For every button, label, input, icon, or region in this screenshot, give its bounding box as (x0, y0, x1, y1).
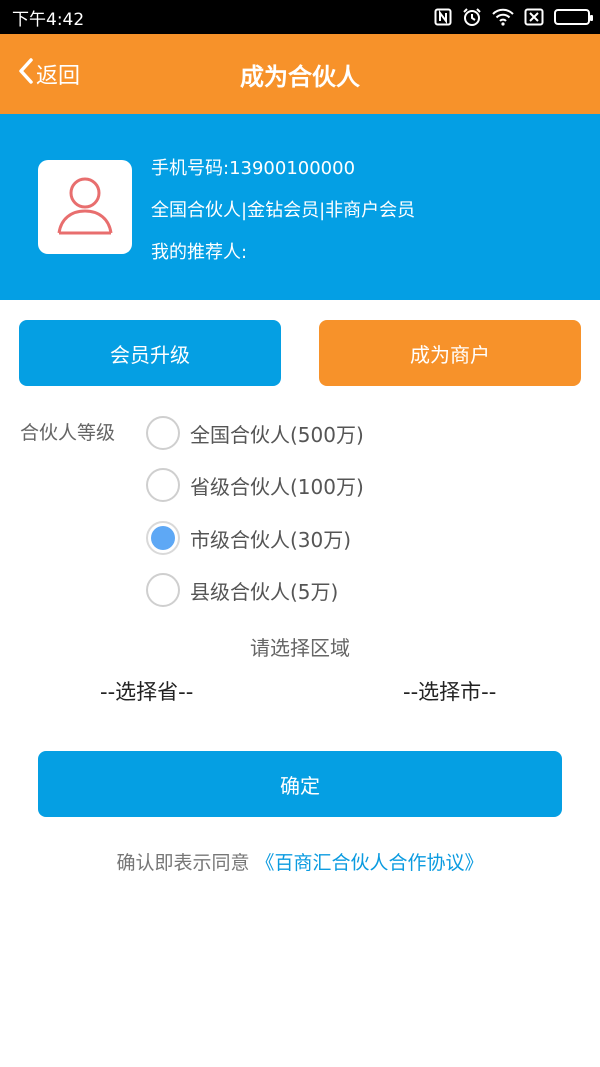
agreement-prefix: 确认即表示同意 (116, 852, 250, 874)
app-header: 返回 成为合伙人 (0, 34, 600, 114)
referrer-info: 我的推荐人: (151, 242, 248, 263)
agreement-link[interactable]: 《百商汇合伙人合作协议》 (256, 852, 484, 874)
chevron-left-icon (18, 57, 34, 91)
radio-button-checked[interactable] (146, 521, 180, 555)
province-select[interactable]: --选择省-- (100, 676, 193, 706)
radio-label: 全国合伙人(500万) (190, 422, 364, 447)
city-select[interactable]: --选择市-- (403, 676, 496, 706)
member-upgrade-button[interactable]: 会员升级 (19, 320, 281, 386)
profile-panel: 手机号码:13900100000 全国合伙人|金钻会员|非商户会员 我的推荐人: (0, 114, 600, 300)
status-bar: 下午4:42 (0, 0, 600, 34)
membership-info: 全国合伙人|金钻会员|非商户会员 (151, 200, 416, 221)
wifi-icon (492, 8, 514, 26)
back-label: 返回 (36, 64, 81, 89)
status-time: 下午4:42 (12, 9, 85, 30)
radio-option-national[interactable]: 全国合伙人(500万) (146, 413, 364, 453)
partner-level-label: 合伙人等级 (20, 422, 116, 444)
status-icons (434, 7, 593, 27)
radio-button[interactable] (146, 416, 180, 450)
region-title: 请选择区域 (250, 636, 350, 660)
become-merchant-button[interactable]: 成为商户 (319, 320, 581, 386)
radio-option-provincial[interactable]: 省级合伙人(100万) (146, 465, 364, 505)
user-icon (55, 173, 115, 241)
confirm-button[interactable]: 确定 (38, 751, 562, 817)
radio-button[interactable] (146, 573, 180, 607)
phone-number: 手机号码:13900100000 (151, 158, 356, 179)
sim-off-icon (524, 8, 544, 26)
radio-dot (151, 526, 175, 550)
back-button[interactable]: 返回 (18, 34, 80, 114)
avatar (38, 160, 132, 254)
radio-label: 省级合伙人(100万) (190, 474, 364, 499)
battery-icon (554, 9, 593, 25)
agreement-text: 确认即表示同意 《百商汇合伙人合作协议》 (0, 848, 600, 875)
radio-label: 县级合伙人(5万) (190, 579, 339, 604)
radio-option-city[interactable]: 市级合伙人(30万) (146, 518, 351, 558)
radio-label: 市级合伙人(30万) (190, 527, 352, 552)
page-title: 成为合伙人 (240, 62, 360, 91)
nfc-icon (434, 8, 452, 26)
alarm-icon (462, 7, 482, 27)
radio-option-county[interactable]: 县级合伙人(5万) (146, 570, 338, 610)
radio-button[interactable] (146, 468, 180, 502)
